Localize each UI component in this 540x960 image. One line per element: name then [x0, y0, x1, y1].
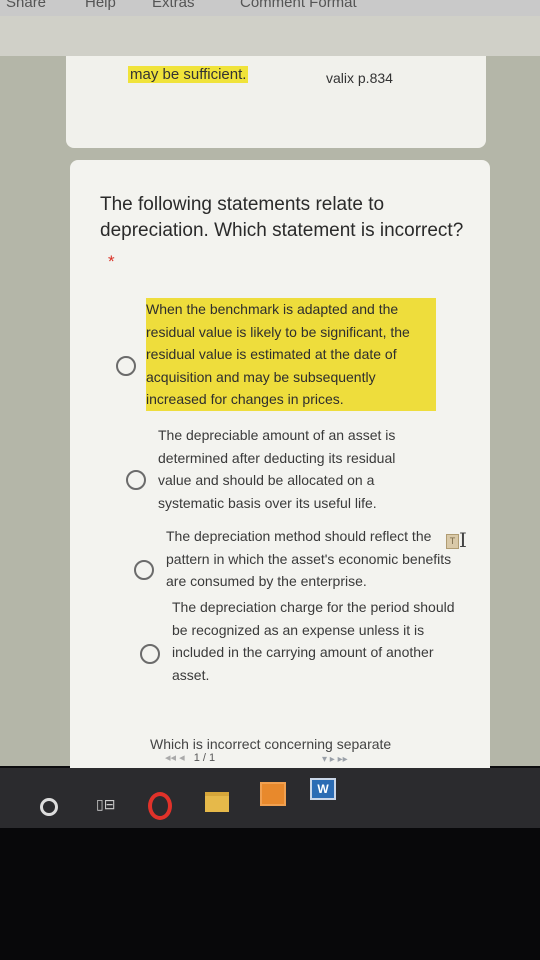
radio-button[interactable]	[116, 356, 136, 376]
next-question-preview: Which is incorrect concerning separate	[150, 736, 392, 752]
word-app-icon[interactable]: W	[310, 778, 336, 800]
option-label: When the benchmark is adapted and the re…	[146, 298, 436, 411]
desk-surface	[0, 828, 540, 960]
radio-button[interactable]	[140, 644, 160, 664]
opera-browser-icon[interactable]	[148, 792, 172, 820]
menu-extras[interactable]: Extras	[152, 0, 195, 11]
menu-help[interactable]: Help	[85, 0, 116, 11]
highlighted-text: may be sufficient.	[128, 66, 249, 83]
menu-bar: Share Help Extras Comment Format	[0, 0, 540, 16]
menu-share[interactable]: Share	[6, 0, 46, 11]
page-top-strip	[0, 16, 540, 56]
page-indicator: 1 / 1	[193, 752, 216, 764]
question-card: The following statements relate to depre…	[70, 160, 490, 780]
previous-question-card: may be sufficient. valix p.834	[66, 56, 486, 148]
reference-text: valix p.834	[326, 70, 393, 86]
office-app-icon[interactable]	[260, 782, 286, 806]
text-cursor-icon: I	[459, 528, 467, 552]
menu-comment-format[interactable]: Comment Format	[240, 0, 357, 11]
start-button-icon[interactable]	[40, 798, 58, 816]
required-asterisk: *	[108, 252, 115, 271]
radio-button[interactable]	[126, 470, 146, 490]
task-view-icon[interactable]: ▯⊟	[96, 796, 115, 812]
file-explorer-icon[interactable]	[205, 792, 229, 812]
form-page: may be sufficient. valix p.834 The follo…	[0, 16, 540, 780]
option-label: The depreciation method should reflect t…	[166, 528, 452, 589]
radio-button[interactable]	[134, 560, 154, 580]
question-title: The following statements relate to depre…	[100, 194, 464, 241]
text-format-icon[interactable]: T	[446, 534, 459, 549]
taskbar: ▯⊟ W	[0, 768, 540, 828]
scroll-controls-icon[interactable]: ▾ ▸ ▸▸	[322, 754, 348, 765]
option-label: The depreciable amount of an asset is de…	[158, 427, 396, 511]
prev-page-icon[interactable]: ◂◂ ◂	[165, 752, 185, 764]
option-label: The depreciation charge for the period s…	[172, 599, 455, 683]
page-navigator: ◂◂ ◂ 1 / 1	[165, 751, 215, 764]
